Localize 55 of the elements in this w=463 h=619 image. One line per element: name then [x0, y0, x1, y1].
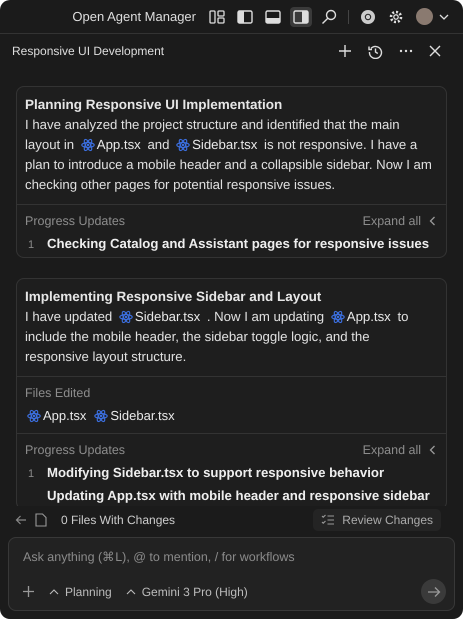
- react-icon: [330, 310, 345, 324]
- checklist-icon: [321, 514, 336, 526]
- file-link[interactable]: Sidebar.tsx: [176, 135, 258, 155]
- chevron-left-icon[interactable]: [429, 445, 436, 455]
- mode-dropdown[interactable]: Planning: [49, 584, 112, 598]
- react-icon: [80, 138, 95, 152]
- step-text: Updating App.tsx with mobile header and responsive sidebar: [47, 488, 430, 503]
- react-icon: [27, 408, 41, 422]
- send-button[interactable]: [421, 579, 446, 604]
- panel-title: Responsive UI Development: [12, 44, 166, 58]
- file-link[interactable]: App.tsx: [27, 408, 86, 423]
- step-text: Checking Catalog and Assistant pages for responsive issues: [47, 236, 430, 251]
- chevron-down-icon[interactable]: [439, 12, 449, 20]
- card-text: I have updated Sidebar.tsx . Now I am updating App.tsx to include the mobile header, the sidebar toggle logic, and the responsive layout structure.: [25, 307, 410, 366]
- file-link[interactable]: Sidebar.tsx: [94, 408, 175, 423]
- right-sidebar-icon: [293, 10, 309, 24]
- react-icon: [118, 310, 133, 324]
- react-icon: [94, 408, 108, 422]
- chevron-left-icon[interactable]: [429, 216, 436, 226]
- file-link[interactable]: App.tsx: [330, 307, 391, 327]
- bottom-panel-icon: [265, 10, 281, 24]
- section-label: Progress Updates: [25, 443, 126, 457]
- review-changes-button[interactable]: Review Changes: [313, 509, 441, 531]
- chevron-up-icon: [126, 588, 136, 594]
- file-icon: [35, 513, 47, 527]
- panels-icon: [209, 10, 225, 24]
- close-icon[interactable]: [429, 45, 441, 57]
- history-icon[interactable]: [368, 44, 383, 58]
- step-number: 1: [27, 239, 36, 251]
- avatar[interactable]: [416, 8, 433, 25]
- file-link[interactable]: App.tsx: [80, 135, 141, 155]
- react-icon: [176, 138, 190, 152]
- left-sidebar-icon: [237, 10, 253, 24]
- section-label: Files Edited: [25, 386, 92, 400]
- arrow-right-icon: [426, 586, 440, 598]
- step-number: 1: [27, 468, 36, 480]
- plus-icon[interactable]: [22, 585, 35, 598]
- card-title: Planning Responsive UI Implementation: [25, 96, 284, 113]
- model-dropdown[interactable]: Gemini 3 Pro (High): [126, 584, 248, 598]
- settings-icon[interactable]: [388, 8, 404, 24]
- expand-all-link[interactable]: Expand all: [362, 214, 421, 228]
- prompt-input[interactable]: Ask anything (⌘L), @ to mention, / for workflows: [22, 550, 446, 564]
- chevron-up-icon: [49, 588, 59, 594]
- changes-count: 0 Files With Changes: [61, 513, 176, 527]
- layout-toggle-button[interactable]: [290, 6, 312, 26]
- card-text: I have analyzed the project structure and identified that the main layout in App.tsx and Sidebar.tsx is not responsive. I have a plan to introduce a mobile header and a collapsible sidebar. Now I am checking other pages for potential responsive issues.: [25, 116, 433, 194]
- window-title: Open Agent Manager: [72, 9, 196, 24]
- expand-all-link[interactable]: Expand all: [362, 443, 421, 457]
- file-link[interactable]: Sidebar.tsx: [118, 307, 200, 327]
- step-text: Modifying Sidebar.tsx to support responsive behavior: [47, 465, 384, 480]
- search-icon[interactable]: [321, 8, 337, 24]
- back-arrow-icon[interactable]: [15, 514, 27, 526]
- card-title: Implementing Responsive Sidebar and Layout: [25, 288, 322, 305]
- section-label: Progress Updates: [25, 214, 126, 228]
- more-icon[interactable]: [399, 49, 413, 53]
